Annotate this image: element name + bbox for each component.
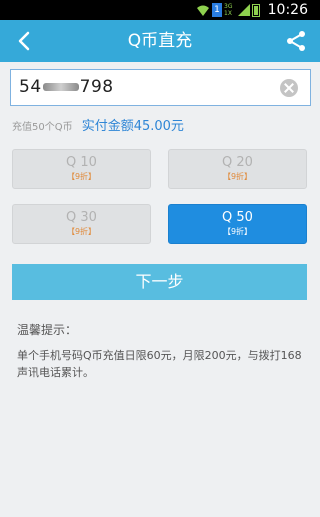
- wifi-icon: [197, 5, 209, 16]
- option-discount: 【9折】: [222, 227, 253, 236]
- phone-number-suffix: 798: [79, 77, 114, 97]
- payment-amount-text: 实付金额45.00元: [81, 119, 184, 134]
- clock: 10:26: [267, 2, 308, 18]
- option-q10-button[interactable]: Q 10 【9折】: [12, 149, 151, 189]
- next-step-button[interactable]: 下一步: [12, 264, 307, 300]
- option-label: Q 30: [66, 210, 97, 225]
- network-3g-label: 3G: [224, 3, 233, 10]
- recharge-info: 充值50个Q币 实付金额45.00元: [12, 116, 184, 134]
- title-bar: Q币直充: [0, 20, 320, 62]
- back-arrow-icon[interactable]: [12, 28, 38, 54]
- clear-icon[interactable]: [280, 79, 298, 97]
- option-label: Q 50: [222, 210, 253, 225]
- battery-icon: [252, 4, 260, 17]
- phone-number-value[interactable]: 54 798: [19, 70, 114, 105]
- signal-icon: [238, 4, 250, 16]
- phone-number-prefix: 54: [19, 77, 42, 97]
- recharge-quantity-text: 充值50个Q币: [12, 122, 73, 133]
- network-type-indicator: 3G 1X: [224, 3, 232, 17]
- option-q30-button[interactable]: Q 30 【9折】: [12, 204, 151, 244]
- sim-card-icon: 1: [212, 3, 222, 17]
- option-discount: 【9折】: [66, 227, 97, 236]
- page-title: Q币直充: [127, 31, 193, 51]
- option-q50-button[interactable]: Q 50 【9折】: [168, 204, 307, 244]
- tips-body: 单个手机号码Q币充值日限60元，月限200元，与拨打168声讯电话累计。: [17, 349, 302, 379]
- phone-number-input[interactable]: 54 798: [10, 69, 311, 106]
- share-icon[interactable]: [284, 29, 308, 53]
- option-label: Q 20: [222, 155, 253, 170]
- option-label: Q 10: [66, 155, 97, 170]
- option-discount: 【9折】: [222, 172, 253, 181]
- option-discount: 【9折】: [66, 172, 97, 181]
- status-bar: 1 3G 1X 10:26: [0, 0, 320, 20]
- option-q20-button[interactable]: Q 20 【9折】: [168, 149, 307, 189]
- network-1x-label: 1X: [224, 10, 232, 17]
- tips-title: 温馨提示：: [17, 323, 78, 337]
- redacted-digits: [42, 83, 79, 91]
